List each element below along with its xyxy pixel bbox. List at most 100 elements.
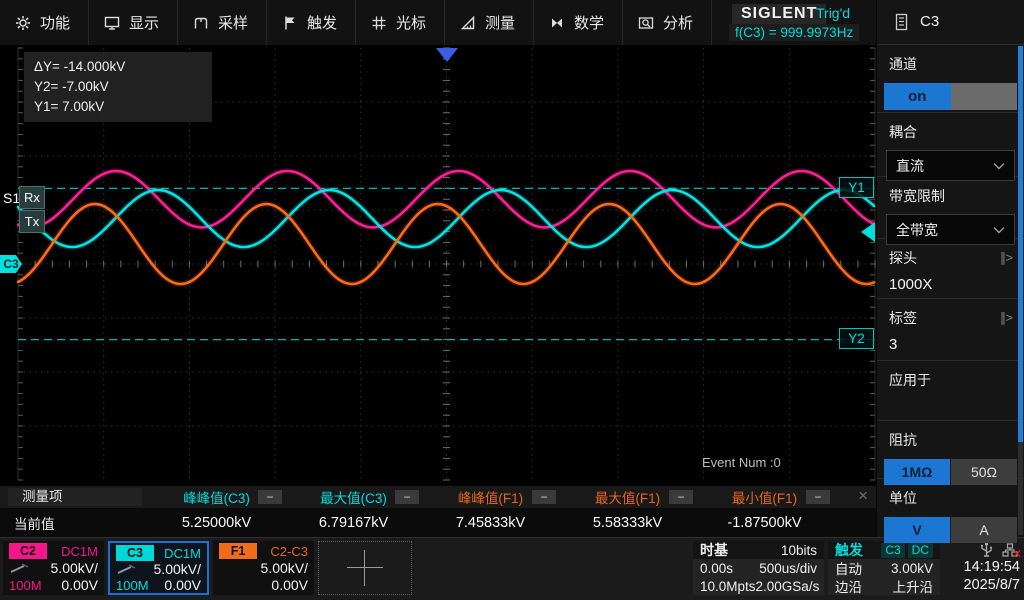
analysis-icon xyxy=(638,16,654,29)
section-bandwidth-limit: 带宽限制 全带宽 xyxy=(877,177,1024,245)
section-unit: 单位 V A xyxy=(877,479,1024,543)
panel-header: C3 xyxy=(877,0,1024,45)
measure-value-header: 当前值 xyxy=(14,516,55,532)
remove-measurement-button[interactable]: − xyxy=(669,490,693,504)
close-icon[interactable]: × xyxy=(858,487,868,504)
menu-item-analysis[interactable]: 分析 xyxy=(623,0,712,45)
remove-measurement-button[interactable]: − xyxy=(806,490,830,504)
menu-item-math[interactable]: 数学 xyxy=(534,0,623,45)
section-apply-to: 应用于 xyxy=(877,361,1024,421)
measure-value: 7.45833kV xyxy=(455,514,526,531)
waveform-display[interactable]: ΔY= -14.000kV Y2= -7.00kV Y1= 7.00kV S1 … xyxy=(0,45,877,486)
usb-icon xyxy=(981,542,993,557)
measure-column-header[interactable]: 峰峰值(F1) − xyxy=(422,487,559,507)
measure-column-label: 最大值(F1) xyxy=(594,491,661,506)
remove-measurement-button[interactable]: − xyxy=(395,490,419,504)
label-value: 3 xyxy=(889,336,898,353)
remove-measurement-button[interactable]: − xyxy=(532,490,556,504)
trigger-coupling-chip: DC xyxy=(907,542,933,558)
measure-icon xyxy=(460,15,475,29)
menu-item-label: 触发 xyxy=(307,15,338,32)
section-coupling: 耦合 直流 xyxy=(877,113,1024,181)
channel-box-f1[interactable]: F1 C2-C3 5.00kV/ 0.00V xyxy=(213,541,314,595)
probe-value: 1000X xyxy=(889,276,933,293)
channel-box-c2[interactable]: C2 DC1M 5.00kV/ 100M 0.00V xyxy=(3,541,104,595)
menu-item-display[interactable]: 显示 xyxy=(89,0,178,45)
menu-item-acquire[interactable]: 采样 xyxy=(178,0,267,45)
cursor-y2-handle[interactable]: Y2 xyxy=(839,328,874,349)
bandwidth-limit-value: 全带宽 xyxy=(896,221,938,238)
unit-volt-option[interactable]: V xyxy=(884,517,950,543)
trigger-position-marker[interactable] xyxy=(436,48,458,62)
section-label[interactable]: 标签 ∥> 3 xyxy=(877,299,1024,361)
display-icon xyxy=(104,16,120,30)
trigger-mode: 自动 xyxy=(835,562,862,577)
measure-value: 5.25000kV xyxy=(181,514,252,531)
decode-rx-label[interactable]: Rx xyxy=(19,186,45,209)
channel-off-option[interactable] xyxy=(950,83,1017,110)
clock-box: ✕ 14:19:54 2025/8/7 xyxy=(942,541,1022,595)
section-probe[interactable]: 探头 ∥> 1000X xyxy=(877,239,1024,299)
trigger-box[interactable]: 触发 C3 DC 自动 3.00kV 边沿 上升沿 xyxy=(828,541,940,595)
measure-value: 6.79167kV xyxy=(318,514,389,531)
scrollbar-thumb[interactable] xyxy=(1018,46,1023,442)
measure-column-header[interactable]: 最小值(F1) − xyxy=(696,487,833,507)
menu-item-trigger[interactable]: 触发 xyxy=(267,0,356,45)
add-channel-slot[interactable] xyxy=(318,541,412,595)
channel-scale: 5.00kV/ xyxy=(260,560,308,576)
measure-column-header[interactable]: 最大值(F1) − xyxy=(559,487,696,507)
channel-on-option[interactable]: on xyxy=(884,83,951,110)
impedance-50ohm-option[interactable]: 50Ω xyxy=(951,459,1017,485)
decode-tx-label[interactable]: Tx xyxy=(19,210,45,233)
trigger-title: 触发 xyxy=(835,542,863,558)
unit-ampere-option[interactable]: A xyxy=(951,517,1017,543)
coupling-label: 耦合 xyxy=(889,124,917,140)
sidebar-scrollbar[interactable] xyxy=(1018,46,1023,535)
menu-item-function[interactable]: 功能 xyxy=(0,0,89,45)
cursor-icon xyxy=(372,16,386,29)
bandwidth-limit-label: 带宽限制 xyxy=(889,188,945,204)
menu-item-label: 测量 xyxy=(485,15,516,32)
channel-bandwidth: 100M xyxy=(116,577,149,593)
timebase-samplerate: 2.00GSa/s xyxy=(755,578,820,594)
remove-measurement-button[interactable]: − xyxy=(258,490,282,504)
probe-icon xyxy=(10,562,29,573)
chevron-down-icon xyxy=(993,226,1005,234)
trigger-flag-icon xyxy=(285,16,295,29)
measure-column-label: 峰峰值(C3) xyxy=(183,491,250,506)
channel-settings-panel: C3 通道 on 耦合 直流 带宽限制 全带宽 探头 ∥> 1000X 标签 ∥… xyxy=(876,0,1024,543)
cursor-y2-value: Y2= -7.00kV xyxy=(34,79,109,94)
cursor-y1-value: Y1= 7.00kV xyxy=(34,99,105,114)
trigger-slope: 上升沿 xyxy=(892,580,934,595)
menu-item-measure[interactable]: 测量 xyxy=(445,0,534,45)
menu-item-label: 采样 xyxy=(218,15,249,32)
expand-icon: ∥> xyxy=(999,250,1013,265)
probe-icon xyxy=(117,563,136,574)
math-icon xyxy=(552,18,562,27)
impedance-segmented: 1MΩ 50Ω xyxy=(884,459,1017,485)
measure-value: 5.58333kV xyxy=(592,514,663,531)
channel-bandwidth: 100M xyxy=(9,577,42,593)
channel-offset: 0.00V xyxy=(164,577,201,593)
measure-column-header[interactable]: 最大值(C3) − xyxy=(285,487,422,507)
cursor-y1-handle[interactable]: Y1 xyxy=(839,177,874,198)
channel-offset: 0.00V xyxy=(61,577,98,593)
trigger-source-chip: C3 xyxy=(881,542,905,558)
trigger-status: Trig'd xyxy=(816,5,851,21)
channel-badge: C2 xyxy=(9,543,47,559)
timebase-bits: 10bits xyxy=(780,542,817,558)
measure-column-label: 峰峰值(F1) xyxy=(457,491,524,506)
measure-column-header[interactable]: 峰峰值(C3) − xyxy=(148,487,285,507)
channel-coupling: DC1M xyxy=(61,543,98,559)
menu-item-cursor[interactable]: 光标 xyxy=(356,0,445,45)
add-channel-icon xyxy=(347,550,383,586)
channel-box-c3[interactable]: C3 DC1M 5.00kV/ 100M 0.00V xyxy=(108,541,209,595)
timebase-box[interactable]: 时基 10bits 0.00s 500us/div 10.0Mpts 2.00GSa/… xyxy=(693,541,824,595)
measure-value: -1.87500kV xyxy=(727,514,802,531)
section-channel: 通道 on xyxy=(877,45,1024,113)
impedance-1mohm-option[interactable]: 1MΩ xyxy=(884,459,950,485)
label-label: 标签 xyxy=(889,310,917,326)
status-zone: SIGLENT Trig'd f(C3) = 999.9973Hz xyxy=(712,0,876,45)
trigger-level-marker[interactable] xyxy=(861,222,875,242)
bottom-status-bar: C2 DC1M 5.00kV/ 100M 0.00V C3 DC1M 5.00kV/ … xyxy=(0,537,1024,600)
